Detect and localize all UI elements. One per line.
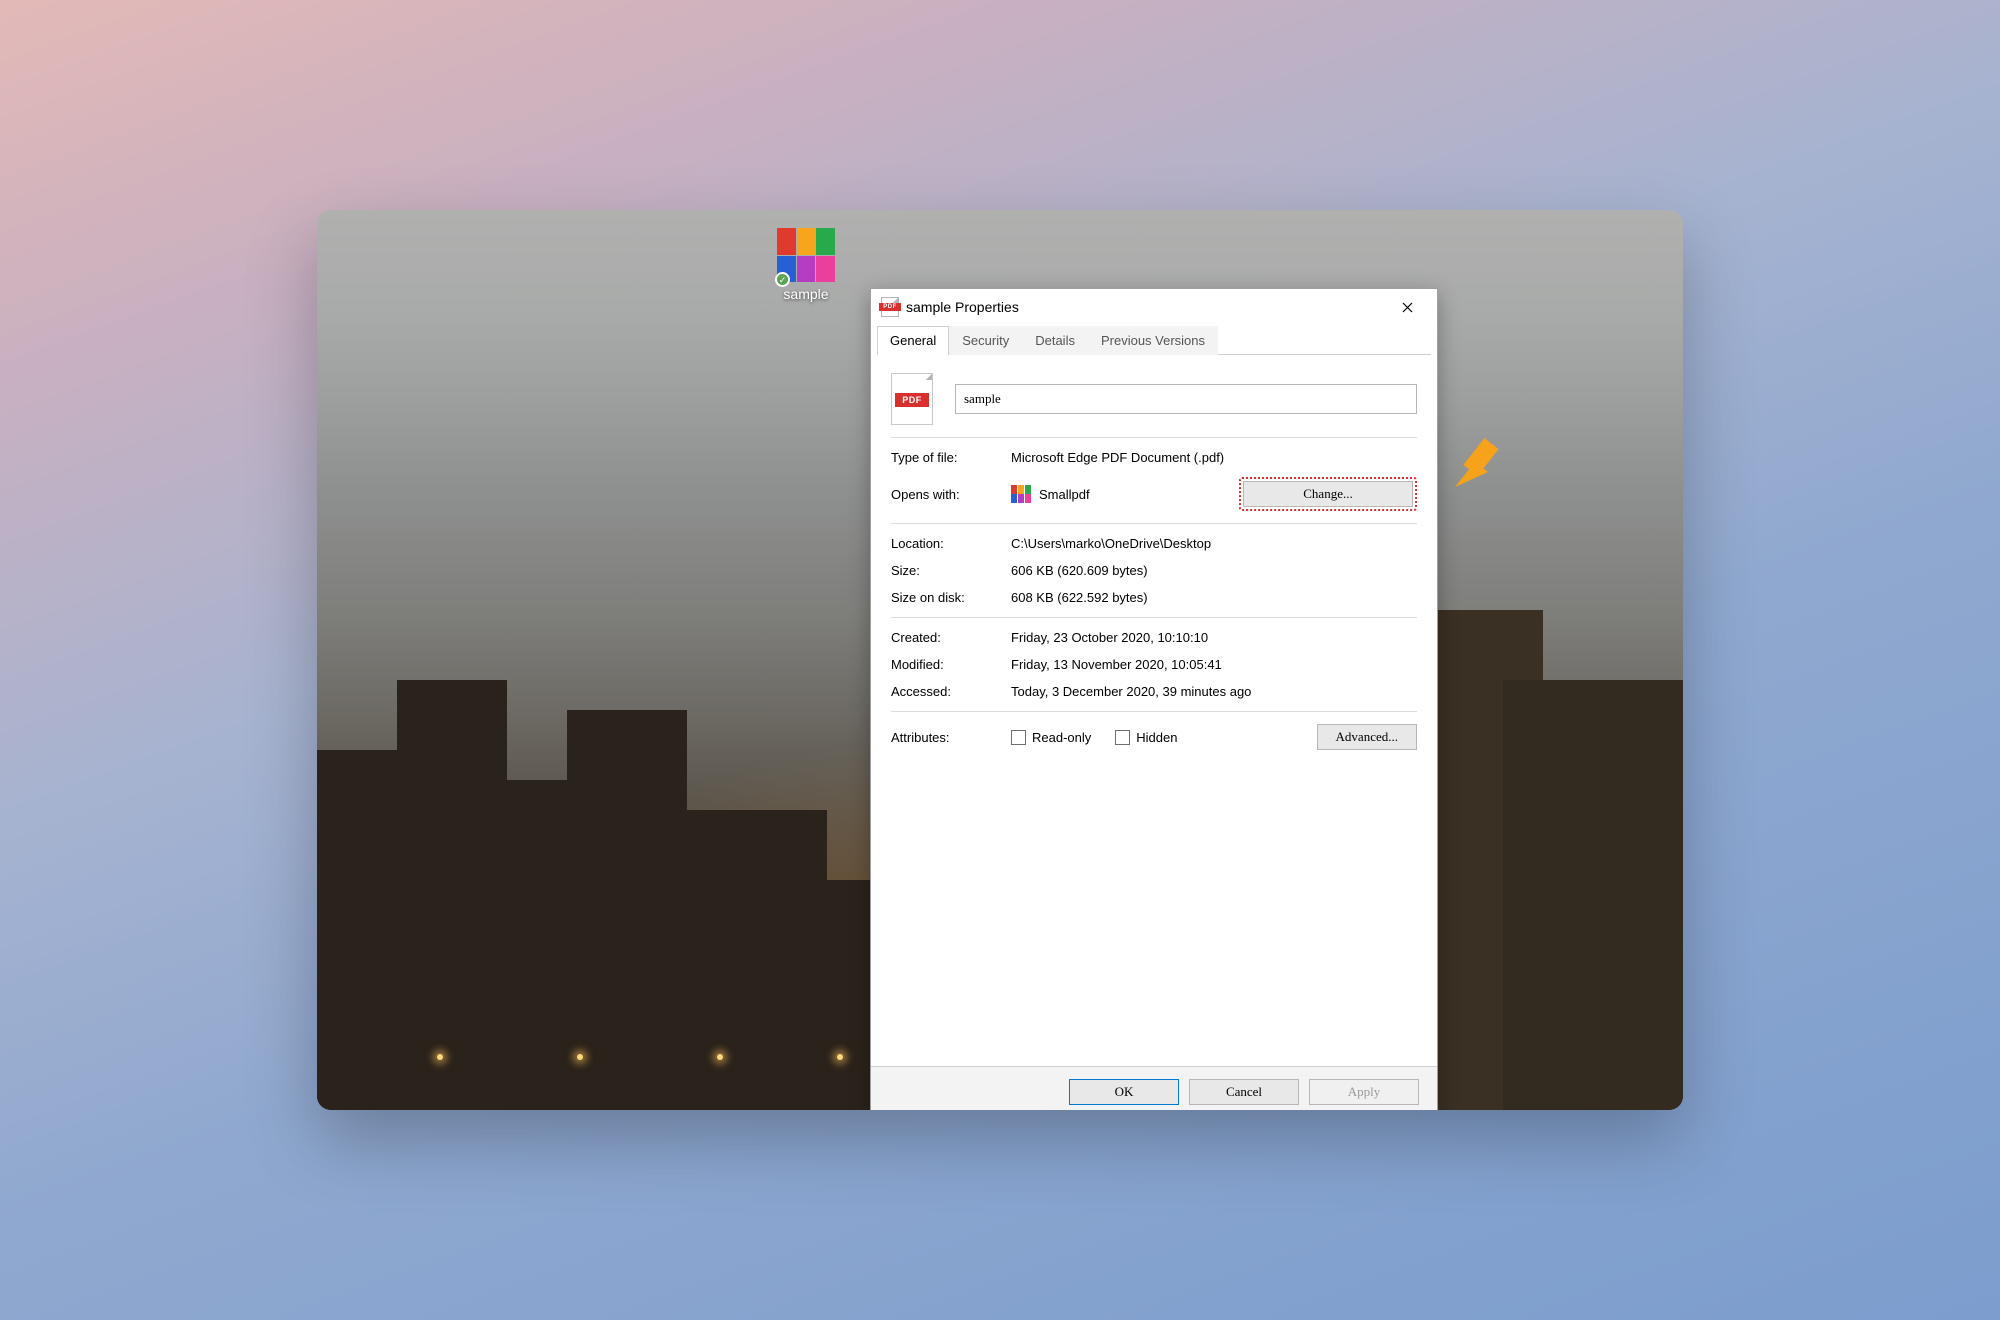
dialog-footer: OK Cancel Apply <box>871 1066 1437 1110</box>
label-location: Location: <box>891 536 1011 551</box>
dialog-title: sample Properties <box>906 299 1387 315</box>
general-panel: PDF Type of file: Microsoft Edge PDF Doc… <box>871 355 1437 1066</box>
checkbox-hidden[interactable]: Hidden <box>1115 730 1177 745</box>
cancel-button[interactable]: Cancel <box>1189 1079 1299 1105</box>
desktop-screenshot: ✓ sample PDF sample Properties General S… <box>317 210 1683 1110</box>
value-modified: Friday, 13 November 2020, 10:05:41 <box>1011 657 1222 672</box>
value-location: C:\Users\marko\OneDrive\Desktop <box>1011 536 1211 551</box>
annotation-highlight: Change... <box>1239 477 1417 511</box>
annotation-arrow-icon <box>1450 432 1510 502</box>
desktop-file-label: sample <box>783 286 828 302</box>
pdf-file-icon: PDF <box>881 297 899 317</box>
change-button[interactable]: Change... <box>1243 481 1413 507</box>
value-accessed: Today, 3 December 2020, 39 minutes ago <box>1011 684 1251 699</box>
desktop-file-sample[interactable]: ✓ sample <box>771 228 841 304</box>
sync-check-icon: ✓ <box>775 272 790 287</box>
value-opens-with: Smallpdf <box>1039 487 1239 502</box>
close-button[interactable] <box>1387 293 1427 321</box>
label-modified: Modified: <box>891 657 1011 672</box>
value-size-on-disk: 608 KB (622.592 bytes) <box>1011 590 1148 605</box>
tab-previous-versions[interactable]: Previous Versions <box>1088 326 1218 355</box>
titlebar[interactable]: PDF sample Properties <box>871 289 1437 325</box>
properties-dialog: PDF sample Properties General Security D… <box>870 288 1438 1110</box>
value-size: 606 KB (620.609 bytes) <box>1011 563 1148 578</box>
label-size: Size: <box>891 563 1011 578</box>
label-accessed: Accessed: <box>891 684 1011 699</box>
tab-strip: General Security Details Previous Versio… <box>877 325 1431 355</box>
label-attributes: Attributes: <box>891 730 1011 745</box>
value-created: Friday, 23 October 2020, 10:10:10 <box>1011 630 1208 645</box>
label-opens-with: Opens with: <box>891 487 1011 502</box>
tab-security[interactable]: Security <box>949 326 1022 355</box>
filename-input[interactable] <box>955 384 1417 414</box>
apply-button[interactable]: Apply <box>1309 1079 1419 1105</box>
advanced-button[interactable]: Advanced... <box>1317 724 1417 750</box>
checkbox-readonly[interactable]: Read-only <box>1011 730 1091 745</box>
ok-button[interactable]: OK <box>1069 1079 1179 1105</box>
smallpdf-icon <box>1011 485 1031 503</box>
tab-details[interactable]: Details <box>1022 326 1088 355</box>
label-created: Created: <box>891 630 1011 645</box>
tab-general[interactable]: General <box>877 326 949 355</box>
pdf-file-icon: PDF <box>891 373 933 425</box>
label-size-on-disk: Size on disk: <box>891 590 1011 605</box>
close-icon <box>1402 302 1413 313</box>
value-type: Microsoft Edge PDF Document (.pdf) <box>1011 450 1224 465</box>
label-type: Type of file: <box>891 450 1011 465</box>
